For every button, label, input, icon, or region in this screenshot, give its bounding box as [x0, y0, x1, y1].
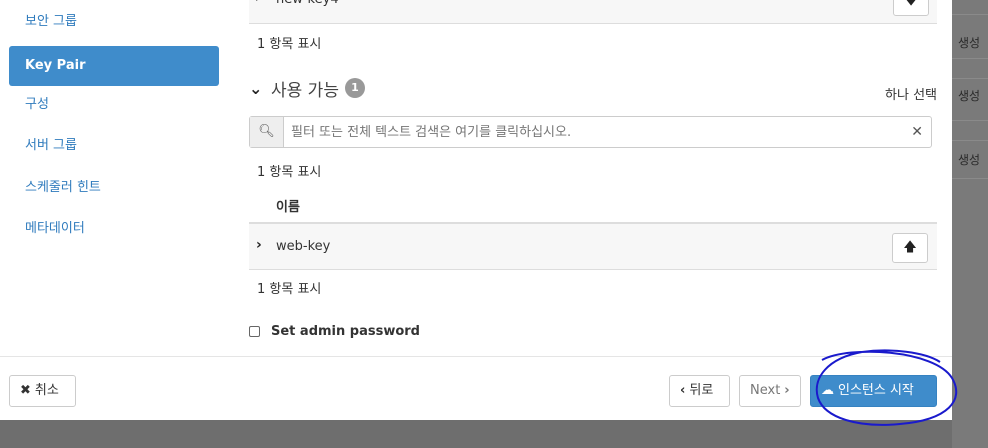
- sidebar-item-label: Key Pair: [25, 58, 86, 73]
- admin-password-option: Set admin password: [249, 324, 420, 339]
- section-title: 사용 가능: [271, 80, 339, 101]
- sidebar-item-label: 보안 그룹: [25, 14, 77, 29]
- select-one-hint: 하나 선택: [885, 88, 937, 103]
- available-item-count-bottom: 1 항목 표시: [257, 282, 322, 297]
- cancel-button[interactable]: ✖ 취소: [9, 375, 76, 407]
- sidebar-item-metadata[interactable]: 메타데이터: [9, 209, 219, 249]
- wizard-sidebar: 보안 그룹 Key Pair 구성 서버 그룹 스케줄러 힌트 메타데이터: [0, 0, 228, 356]
- cloud-upload-icon: ☁: [821, 383, 834, 398]
- search-icon: 🔍︎: [250, 117, 284, 147]
- chevron-down-icon: ⌄: [249, 78, 263, 98]
- arrow-down-icon: 🡇: [904, 0, 918, 8]
- admin-password-label[interactable]: Set admin password: [271, 324, 420, 339]
- chevron-right-icon[interactable]: ›: [255, 0, 261, 6]
- page-backdrop: 생성 생성 생성: [952, 0, 988, 448]
- sidebar-item-scheduler-hints[interactable]: 스케줄러 힌트: [9, 168, 219, 208]
- filter-bar: 🔍︎ ✕: [249, 116, 932, 148]
- chevron-right-icon: ›: [784, 383, 790, 398]
- next-button[interactable]: Next ›: [739, 375, 801, 407]
- key-pair-name: web-key: [276, 239, 331, 254]
- backdrop-label: 생성: [958, 89, 981, 103]
- backdrop-divider: [952, 120, 988, 121]
- sidebar-item-label: 스케줄러 힌트: [25, 180, 101, 195]
- filter-input[interactable]: [284, 117, 904, 147]
- backdrop-divider: [952, 178, 988, 179]
- back-label: 뒤로: [689, 383, 714, 398]
- launch-instance-modal: 보안 그룹 Key Pair 구성 서버 그룹 스케줄러 힌트 메타데이터 › …: [0, 0, 952, 420]
- backdrop-label: 생성: [958, 36, 981, 50]
- table-header: 이름: [249, 190, 937, 224]
- sidebar-item-key-pair[interactable]: Key Pair: [9, 46, 219, 86]
- available-item-count-top: 1 항목 표시: [257, 165, 322, 180]
- key-pair-name: new-key4: [276, 0, 339, 7]
- sidebar-item-label: 구성: [25, 97, 49, 112]
- launch-instance-button[interactable]: ☁ 인스턴스 시작: [810, 375, 937, 407]
- available-count-badge: 1: [344, 78, 365, 98]
- allocated-item-count: 1 항목 표시: [257, 37, 322, 52]
- admin-password-checkbox[interactable]: [249, 326, 260, 337]
- sidebar-item-configuration[interactable]: 구성: [9, 85, 219, 125]
- close-icon[interactable]: ✕: [911, 117, 923, 147]
- backdrop-divider: [952, 78, 988, 79]
- chevron-right-icon[interactable]: ›: [256, 237, 262, 253]
- sidebar-item-server-groups[interactable]: 서버 그룹: [9, 126, 219, 166]
- move-down-button[interactable]: 🡇: [893, 0, 929, 16]
- backdrop-divider: [952, 140, 988, 141]
- next-label: Next: [750, 383, 781, 398]
- available-section-header[interactable]: ⌄ 사용 가능 1: [249, 76, 365, 101]
- backdrop-divider: [952, 58, 988, 59]
- chevron-left-icon: ‹: [680, 383, 686, 398]
- table-row[interactable]: › web-key 🡅: [249, 224, 937, 270]
- key-pair-step: › new-key4 🡇 1 항목 표시 ⌄ 사용 가능 1 하나 선택 🔍︎ …: [249, 0, 937, 356]
- back-button[interactable]: ‹ 뒤로: [669, 375, 730, 407]
- backdrop-label: 생성: [958, 153, 981, 167]
- allocated-table-row[interactable]: › new-key4 🡇: [249, 0, 937, 24]
- allocate-button[interactable]: 🡅: [892, 233, 928, 263]
- column-header-name[interactable]: 이름: [276, 196, 300, 215]
- sidebar-item-security-groups[interactable]: 보안 그룹: [9, 2, 219, 42]
- cancel-label: 취소: [34, 383, 59, 398]
- close-icon: ✖: [20, 383, 31, 398]
- backdrop-divider: [952, 14, 988, 15]
- launch-label: 인스턴스 시작: [838, 383, 914, 398]
- arrow-up-icon: 🡅: [903, 240, 917, 255]
- sidebar-item-label: 서버 그룹: [25, 138, 77, 153]
- sidebar-item-label: 메타데이터: [25, 221, 85, 236]
- modal-footer: ✖ 취소 ‹ 뒤로 Next › ☁ 인스턴스 시작: [0, 356, 952, 420]
